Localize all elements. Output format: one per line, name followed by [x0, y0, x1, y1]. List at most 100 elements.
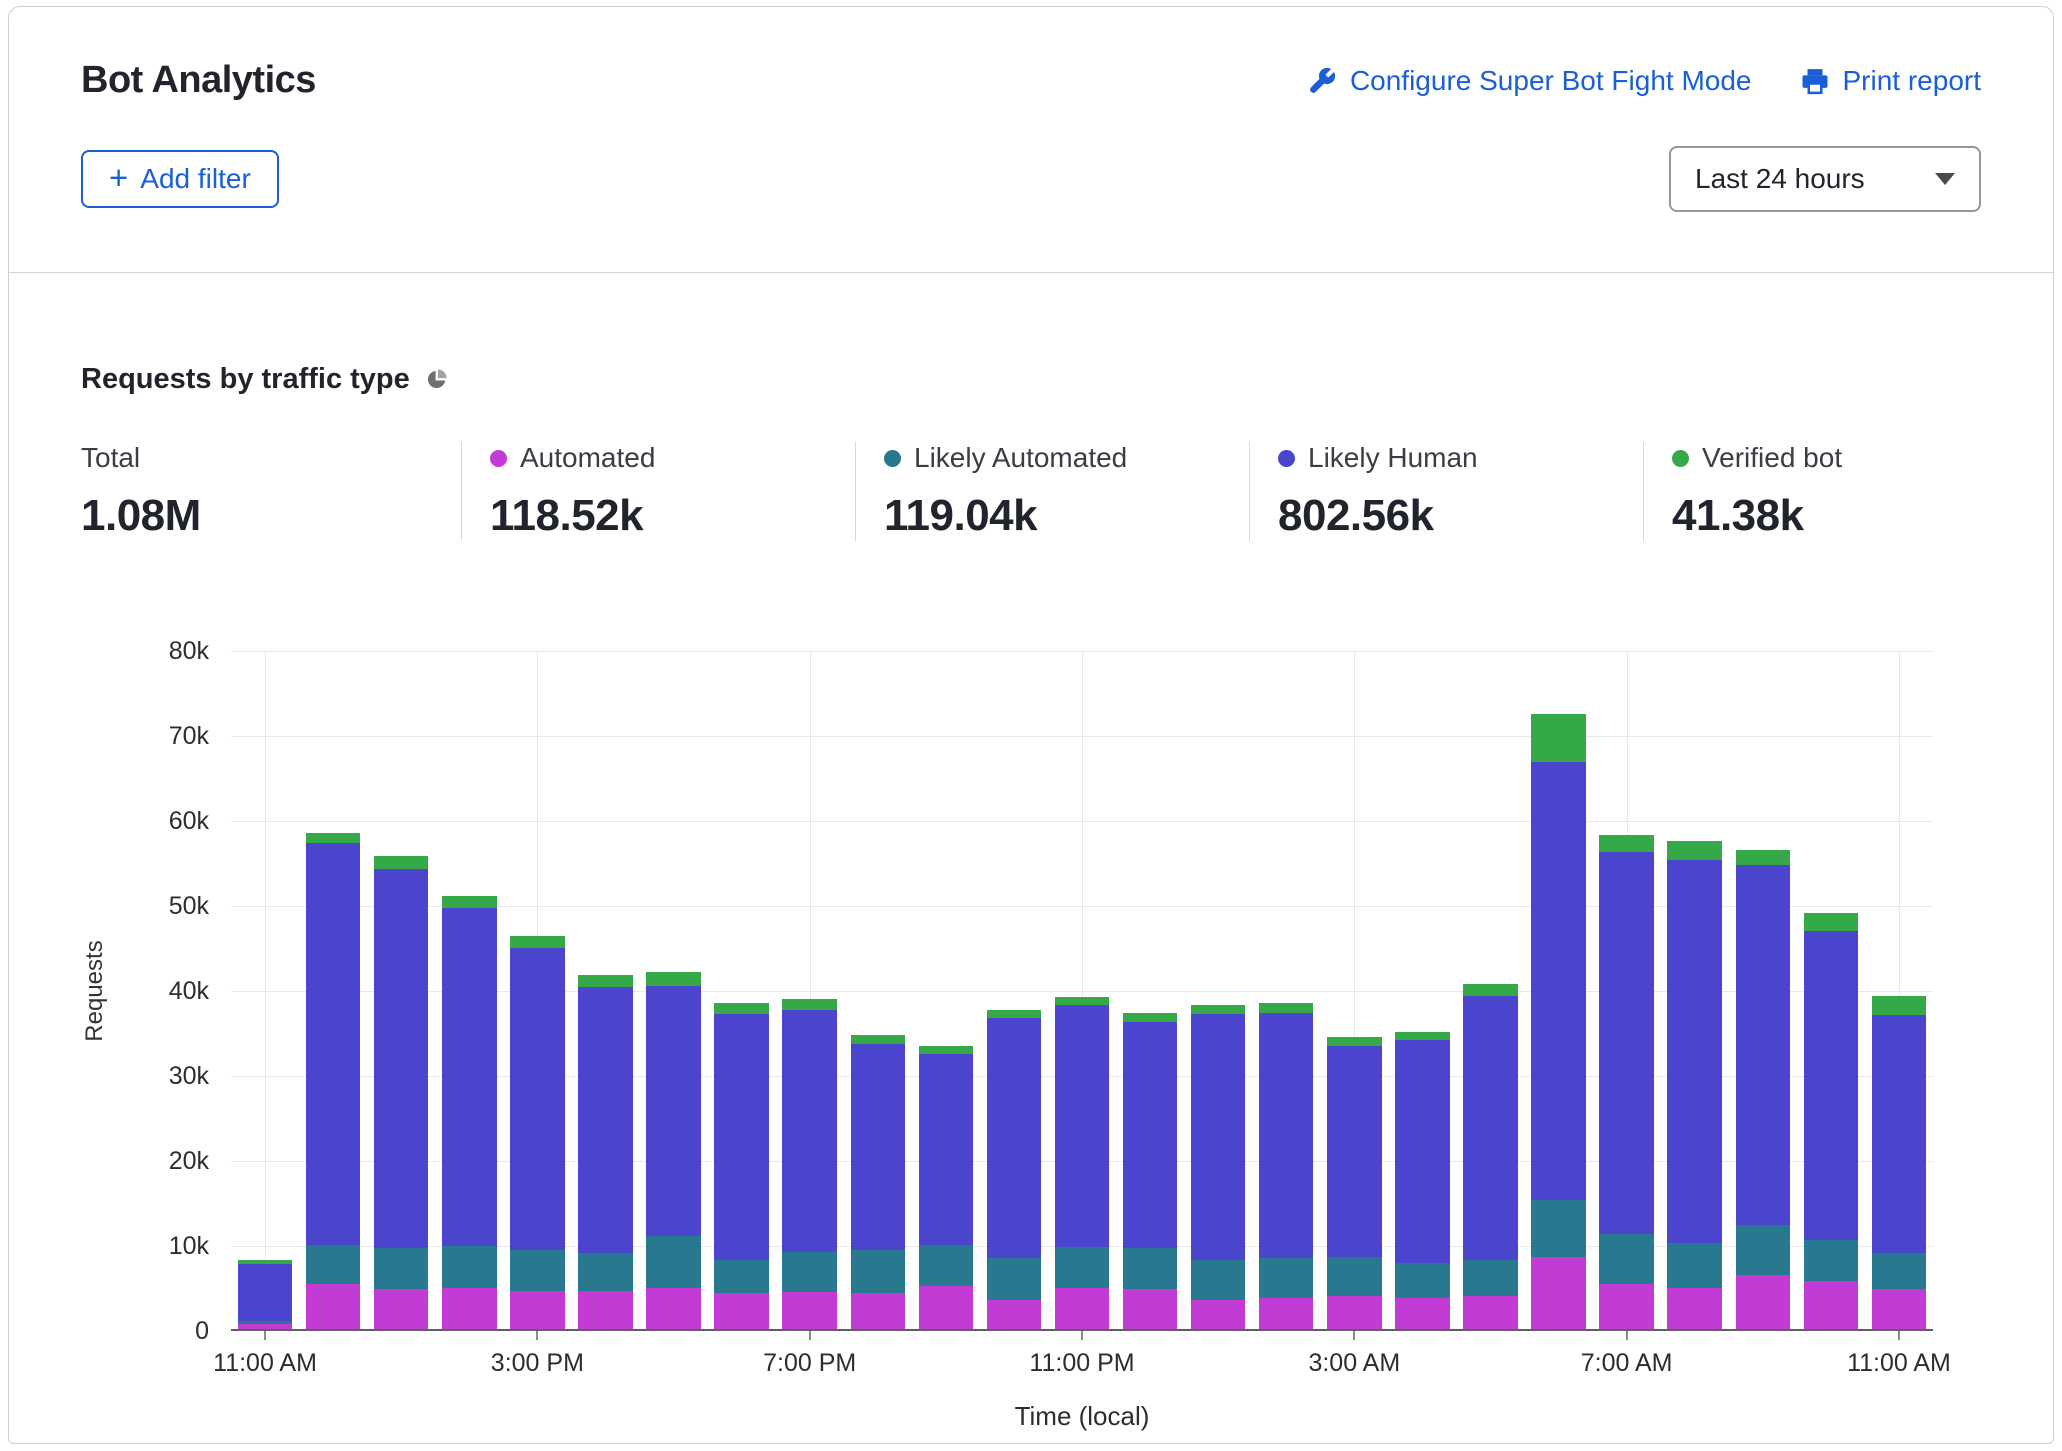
chart-bar[interactable] — [919, 1046, 973, 1329]
bar-segment — [987, 1018, 1041, 1258]
bar-segment — [510, 936, 564, 948]
configure-link-label: Configure Super Bot Fight Mode — [1350, 65, 1752, 97]
bar-segment — [919, 1046, 973, 1054]
chart-bar[interactable] — [510, 936, 564, 1329]
bar-segment — [306, 1245, 360, 1284]
x-axis-tickmark — [1898, 1331, 1900, 1340]
gridline-vertical — [265, 651, 266, 1329]
chart-bar[interactable] — [1736, 850, 1790, 1329]
bar-segment — [1667, 1243, 1721, 1288]
x-axis-tick-label: 11:00 PM — [987, 1349, 1177, 1378]
print-report-link[interactable]: Print report — [1800, 65, 1982, 97]
bar-segment — [1055, 1247, 1109, 1288]
x-axis-tick-label: 3:00 AM — [1259, 1349, 1449, 1378]
chart-bar[interactable] — [1395, 1032, 1449, 1329]
chart-bar[interactable] — [1667, 841, 1721, 1329]
chart-bar[interactable] — [782, 999, 836, 1329]
bar-segment — [1599, 852, 1653, 1234]
verified-bot-legend-dot — [1672, 450, 1689, 467]
bar-segment — [1055, 1288, 1109, 1329]
page-title: Bot Analytics — [81, 59, 316, 102]
bar-segment — [1395, 1298, 1449, 1329]
bar-segment — [1804, 1281, 1858, 1329]
wrench-icon — [1307, 66, 1337, 96]
bar-segment — [1667, 1288, 1721, 1329]
chart-bar[interactable] — [1259, 1003, 1313, 1329]
y-axis-tick-label: 50k — [89, 891, 209, 921]
chart-bar[interactable] — [374, 856, 428, 1329]
bar-segment — [1531, 762, 1585, 1200]
chart-bar[interactable] — [238, 1260, 292, 1329]
chart-bar[interactable] — [646, 972, 700, 1329]
bar-segment — [374, 856, 428, 870]
bar-segment — [1123, 1022, 1177, 1248]
chart-bar[interactable] — [1191, 1005, 1245, 1329]
chart-bar[interactable] — [1463, 984, 1517, 1329]
stat-total-label: Total — [81, 442, 140, 474]
bar-segment — [578, 1253, 632, 1291]
y-axis-tick-label: 80k — [89, 636, 209, 666]
chart-bar[interactable] — [1599, 835, 1653, 1329]
stat-verified-bot[interactable]: Verified bot 41.38k — [1643, 442, 1842, 541]
x-axis-tickmark — [809, 1331, 811, 1340]
bar-segment — [1872, 1015, 1926, 1252]
bar-segment — [919, 1245, 973, 1286]
chart-bar[interactable] — [1531, 714, 1585, 1329]
chart-bar[interactable] — [714, 1003, 768, 1329]
bar-segment — [646, 1288, 700, 1329]
stat-likely-human[interactable]: Likely Human 802.56k — [1249, 442, 1643, 541]
bar-segment — [1463, 1260, 1517, 1296]
pie-chart-icon — [425, 368, 448, 391]
bar-segment — [510, 1250, 564, 1291]
chart-bar[interactable] — [1055, 997, 1109, 1329]
bar-segment — [1531, 714, 1585, 762]
bar-segment — [578, 975, 632, 987]
stat-total-value: 1.08M — [81, 491, 461, 541]
bar-segment — [851, 1293, 905, 1329]
x-axis-tick-label: 3:00 PM — [442, 1349, 632, 1378]
chart-bar[interactable] — [578, 975, 632, 1329]
bar-segment — [714, 1293, 768, 1329]
stat-likely-automated[interactable]: Likely Automated 119.04k — [855, 442, 1249, 541]
bar-segment — [374, 1248, 428, 1289]
bar-segment — [1327, 1046, 1381, 1257]
chart-bar[interactable] — [1327, 1037, 1381, 1329]
bar-segment — [1872, 1289, 1926, 1329]
bar-segment — [1736, 1225, 1790, 1274]
bar-segment — [306, 843, 360, 1245]
configure-super-bot-fight-mode-link[interactable]: Configure Super Bot Fight Mode — [1307, 65, 1752, 97]
bar-segment — [510, 948, 564, 1250]
bar-segment — [987, 1258, 1041, 1301]
bar-segment — [1123, 1248, 1177, 1289]
bar-segment — [1055, 997, 1109, 1006]
bar-segment — [442, 1288, 496, 1329]
header-divider — [9, 272, 2053, 273]
stat-automated[interactable]: Automated 118.52k — [461, 442, 855, 541]
bar-segment — [1123, 1013, 1177, 1022]
chart-bar[interactable] — [442, 896, 496, 1329]
chart-bar[interactable] — [1123, 1013, 1177, 1329]
bar-segment — [1531, 1200, 1585, 1257]
chart-bar[interactable] — [851, 1035, 905, 1329]
add-filter-button[interactable]: + Add filter — [81, 150, 279, 208]
requests-section: Requests by traffic type Total 1.08M Aut… — [9, 363, 2053, 1451]
x-axis-line — [231, 1329, 1933, 1331]
bar-segment — [306, 833, 360, 843]
likely-automated-legend-dot — [884, 450, 901, 467]
y-axis-tick-label: 0 — [89, 1316, 209, 1346]
time-range-select[interactable]: Last 24 hours — [1669, 146, 1981, 212]
chart-bar[interactable] — [1872, 996, 1926, 1329]
chart-bar[interactable] — [1804, 913, 1858, 1329]
chart-bar[interactable] — [987, 1010, 1041, 1329]
chart-bar[interactable] — [306, 833, 360, 1329]
print-link-label: Print report — [1843, 65, 1982, 97]
x-axis-tickmark — [1081, 1331, 1083, 1340]
printer-icon — [1800, 66, 1830, 96]
y-axis-tick-label: 10k — [89, 1231, 209, 1261]
y-axis-tick-label: 70k — [89, 721, 209, 751]
x-axis-title: Time (local) — [1015, 1401, 1150, 1432]
bar-segment — [919, 1054, 973, 1245]
bar-segment — [1123, 1289, 1177, 1329]
bar-segment — [646, 972, 700, 986]
bar-segment — [1599, 1284, 1653, 1329]
